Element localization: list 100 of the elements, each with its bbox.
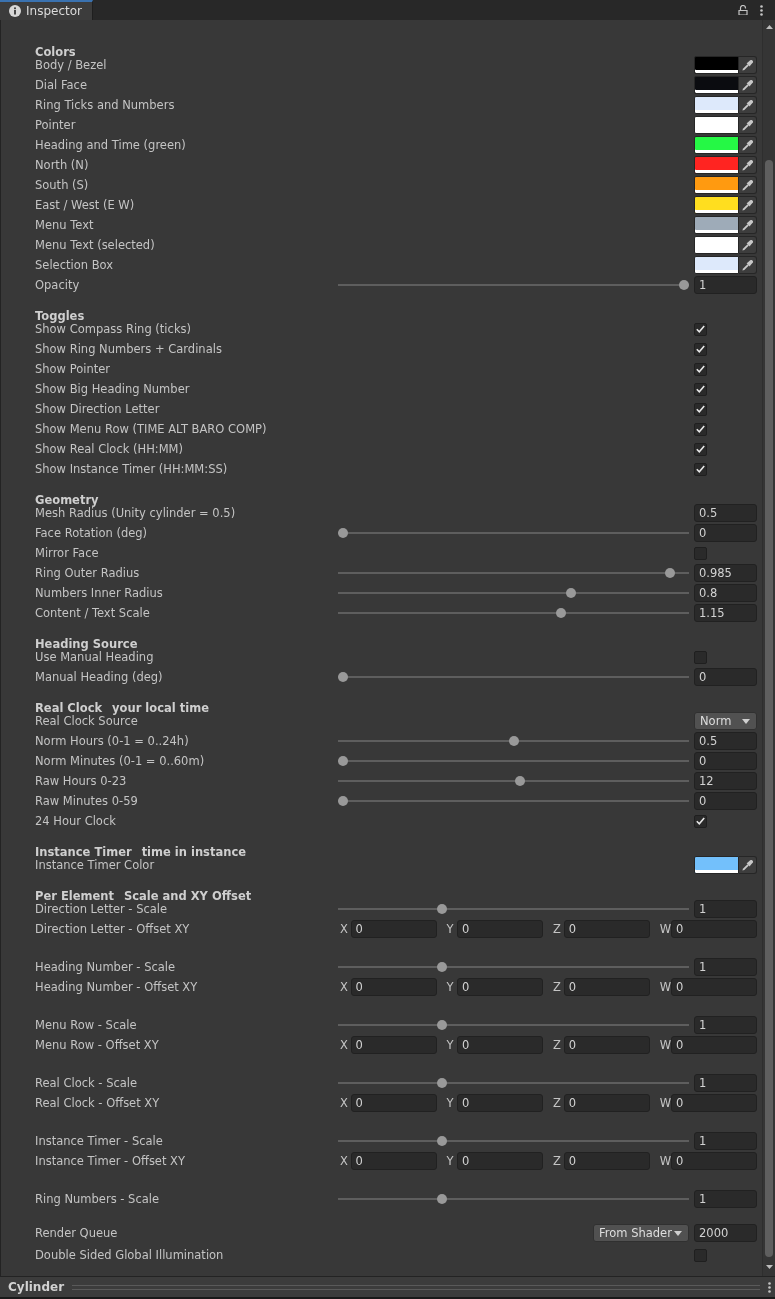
number-field[interactable]: 0 (563, 920, 650, 938)
slider-thumb[interactable] (338, 672, 348, 682)
number-field[interactable]: 0 (457, 920, 544, 938)
eyedropper-button[interactable] (739, 116, 757, 134)
color-swatch[interactable] (694, 216, 739, 234)
slider-thumb[interactable] (436, 1136, 447, 1146)
slider-thumb[interactable] (436, 904, 447, 914)
checkbox[interactable] (694, 382, 707, 396)
checkbox[interactable] (694, 422, 707, 436)
checkbox[interactable] (694, 814, 707, 828)
slider-thumb[interactable] (338, 756, 348, 766)
number-field[interactable]: 0.5 (694, 504, 757, 522)
number-field[interactable]: 1 (694, 1074, 757, 1092)
number-field[interactable]: 0 (563, 978, 650, 996)
up-arrow-icon[interactable] (765, 25, 773, 29)
color-swatch[interactable] (694, 136, 739, 154)
color-swatch[interactable] (694, 256, 739, 274)
component-header[interactable]: Cylinder (0, 1276, 775, 1297)
dropdown[interactable]: Norm (694, 712, 757, 730)
number-field[interactable]: 1 (694, 1190, 757, 1208)
eyedropper-button[interactable] (739, 56, 757, 74)
color-swatch[interactable] (694, 856, 739, 874)
eyedropper-button[interactable] (739, 856, 757, 874)
checkbox[interactable] (694, 442, 707, 456)
number-field[interactable]: 0 (350, 1152, 437, 1170)
dropdown[interactable]: From Shader (593, 1224, 689, 1242)
slider-thumb[interactable] (436, 1194, 447, 1204)
eyedropper-button[interactable] (739, 136, 757, 154)
number-field[interactable]: 2000 (694, 1224, 757, 1242)
number-field[interactable]: 0.5 (694, 732, 757, 750)
checkbox[interactable] (694, 650, 707, 664)
eyedropper-button[interactable] (739, 196, 757, 214)
slider-thumb[interactable] (566, 588, 577, 598)
checkbox[interactable] (694, 1248, 707, 1262)
checkbox[interactable] (694, 322, 707, 336)
eyedropper-button[interactable] (739, 216, 757, 234)
checkbox[interactable] (694, 546, 707, 560)
number-field[interactable]: 0 (694, 668, 757, 686)
number-field[interactable]: 0 (457, 1036, 544, 1054)
lock-icon[interactable] (738, 5, 748, 15)
checkbox[interactable] (694, 462, 707, 476)
number-field[interactable]: 0 (671, 1036, 757, 1054)
color-swatch[interactable] (694, 96, 739, 114)
number-field[interactable]: 0 (671, 1152, 757, 1170)
color-swatch[interactable] (694, 156, 739, 174)
number-field[interactable]: 0 (694, 524, 757, 542)
number-field[interactable]: 0 (563, 1036, 650, 1054)
kebab-menu-icon[interactable] (768, 1281, 771, 1293)
slider-thumb[interactable] (515, 776, 526, 786)
eyedropper-button[interactable] (739, 96, 757, 114)
number-field[interactable]: 0 (350, 978, 437, 996)
color-swatch[interactable] (694, 76, 739, 94)
number-field[interactable]: 0 (457, 1094, 544, 1112)
number-field[interactable]: 0 (350, 1036, 437, 1054)
color-swatch[interactable] (694, 236, 739, 254)
number-field[interactable]: 1 (694, 276, 757, 294)
number-field[interactable]: 0 (563, 1094, 650, 1112)
eyedropper-button[interactable] (739, 256, 757, 274)
slider-thumb[interactable] (436, 962, 447, 972)
number-field[interactable]: 1 (694, 958, 757, 976)
slider-thumb[interactable] (508, 736, 519, 746)
checkbox[interactable] (694, 402, 707, 416)
color-swatch[interactable] (694, 196, 739, 214)
number-field[interactable]: 0.8 (694, 584, 757, 602)
number-field[interactable]: 0 (350, 920, 437, 938)
number-field[interactable]: 1 (694, 900, 757, 918)
number-field[interactable]: 0 (350, 1094, 437, 1112)
number-field[interactable]: 0.985 (694, 564, 757, 582)
number-field[interactable]: 0 (457, 978, 544, 996)
eyedropper-button[interactable] (739, 156, 757, 174)
number-field[interactable]: 1.15 (694, 604, 757, 622)
slider-thumb[interactable] (338, 796, 348, 806)
checkbox[interactable] (694, 362, 707, 376)
slider-thumb[interactable] (436, 1020, 447, 1030)
slider-thumb[interactable] (436, 1078, 447, 1088)
eyedropper-button[interactable] (739, 176, 757, 194)
slider-thumb[interactable] (665, 568, 676, 578)
number-field[interactable]: 0 (671, 1094, 757, 1112)
color-swatch[interactable] (694, 176, 739, 194)
checkbox[interactable] (694, 342, 707, 356)
kebab-menu-icon[interactable] (760, 4, 763, 16)
slider-thumb[interactable] (556, 608, 567, 618)
eyedropper-button[interactable] (739, 76, 757, 94)
number-field[interactable]: 1 (694, 1132, 757, 1150)
number-field[interactable]: 0 (563, 1152, 650, 1170)
slider-thumb[interactable] (338, 528, 348, 538)
number-field[interactable]: 0 (694, 792, 757, 810)
color-swatch[interactable] (694, 56, 739, 74)
scrollbar-thumb[interactable] (765, 160, 773, 1257)
number-field[interactable]: 0 (694, 752, 757, 770)
eyedropper-button[interactable] (739, 236, 757, 254)
number-field[interactable]: 0 (671, 920, 757, 938)
number-field[interactable]: 0 (671, 978, 757, 996)
down-arrow-icon[interactable] (765, 1265, 773, 1269)
number-field[interactable]: 1 (694, 1016, 757, 1034)
slider-thumb[interactable] (679, 280, 689, 290)
number-field[interactable]: 0 (457, 1152, 544, 1170)
color-swatch[interactable] (694, 116, 739, 134)
tab[interactable]: Inspector (0, 0, 93, 20)
number-field[interactable]: 12 (694, 772, 757, 790)
